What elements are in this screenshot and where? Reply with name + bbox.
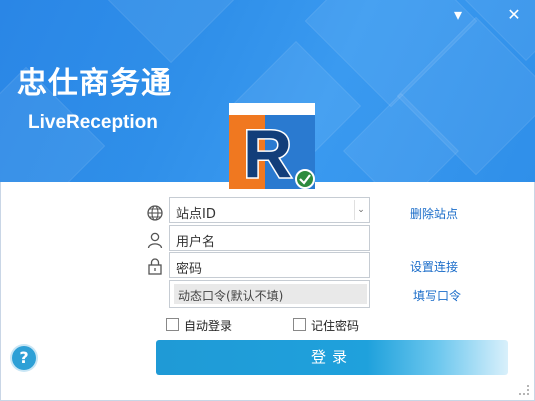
site-id-select[interactable]: 站点ID ⌄ bbox=[169, 197, 370, 223]
minimize-button[interactable]: ▾ bbox=[447, 4, 469, 26]
auto-login-checkbox[interactable] bbox=[166, 318, 179, 331]
svg-text:R: R bbox=[243, 116, 292, 189]
remember-password-label[interactable]: 记住密码 bbox=[311, 317, 359, 334]
login-window: 忠仕商务通 LiveReception ▾ ✕ R 站点ID ⌄ 用户名 密码 … bbox=[0, 0, 535, 401]
chevron-down-icon[interactable]: ⌄ bbox=[354, 200, 367, 220]
fill-code-link[interactable]: 填写口令 bbox=[413, 287, 461, 304]
lock-icon bbox=[148, 258, 162, 275]
settings-connection-link[interactable]: 设置连接 bbox=[410, 258, 458, 275]
delete-site-link[interactable]: 删除站点 bbox=[410, 205, 458, 222]
site-id-placeholder: 站点ID bbox=[176, 207, 216, 222]
username-input[interactable]: 用户名 bbox=[169, 225, 370, 251]
dynamic-code-field[interactable]: 动态口令(默认不填) bbox=[174, 284, 367, 304]
dynamic-code-placeholder: 动态口令(默认不填) bbox=[178, 289, 284, 303]
app-subtitle: LiveReception bbox=[28, 112, 158, 133]
globe-icon bbox=[147, 205, 163, 221]
close-button[interactable]: ✕ bbox=[503, 4, 525, 26]
app-title: 忠仕商务通 bbox=[17, 66, 172, 101]
app-logo: R bbox=[229, 103, 315, 189]
username-placeholder: 用户名 bbox=[176, 235, 216, 250]
user-icon bbox=[147, 232, 163, 249]
resize-grip[interactable] bbox=[519, 385, 529, 395]
password-input[interactable]: 密码 bbox=[169, 252, 370, 278]
dynamic-code-input[interactable]: 动态口令(默认不填) bbox=[169, 280, 370, 308]
login-button[interactable]: 登录 bbox=[156, 340, 508, 375]
help-button[interactable]: ? bbox=[12, 346, 36, 370]
auto-login-label[interactable]: 自动登录 bbox=[184, 317, 232, 334]
remember-password-checkbox[interactable] bbox=[293, 318, 306, 331]
password-placeholder: 密码 bbox=[176, 262, 203, 277]
